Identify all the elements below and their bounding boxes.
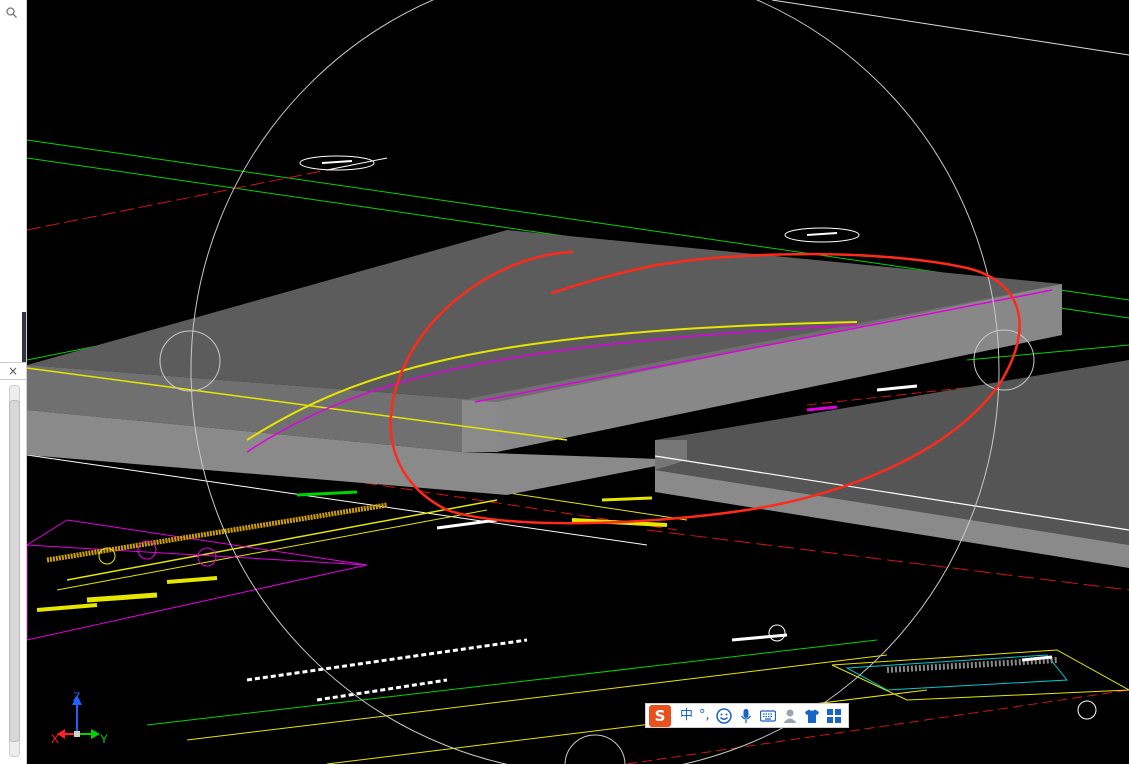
search-icon[interactable] [6, 7, 17, 18]
drawing-viewport[interactable]: Z X Y [27, 0, 1129, 764]
grid-icon[interactable] [826, 708, 842, 724]
panel-edge-marker [22, 312, 26, 362]
ucs-axis-icon: Z X Y [51, 690, 108, 746]
ime-logo-icon[interactable]: S [649, 704, 671, 727]
ucs-x-label: X [51, 732, 59, 746]
cad-3d-scene: Z X Y [27, 0, 1129, 764]
emoji-icon[interactable] [715, 707, 732, 724]
left-side-panel: × [0, 0, 27, 764]
tshirt-icon[interactable] [804, 708, 820, 724]
ucs-y-label: Y [100, 732, 108, 746]
microphone-icon[interactable] [738, 708, 754, 724]
user-icon[interactable] [782, 708, 798, 724]
ime-toolbar[interactable]: S 中 °, [645, 703, 849, 728]
close-icon[interactable]: × [0, 362, 26, 380]
ucs-z-label: Z [73, 690, 80, 704]
cad-application: × Z X Y S 中 °, [0, 0, 1129, 764]
panel-scrollbar-thumb[interactable] [9, 400, 20, 742]
keyboard-icon[interactable] [759, 708, 776, 724]
ime-mode-toggle[interactable]: 中 [680, 705, 693, 727]
ime-punctuation-toggle[interactable]: °, [699, 705, 710, 727]
